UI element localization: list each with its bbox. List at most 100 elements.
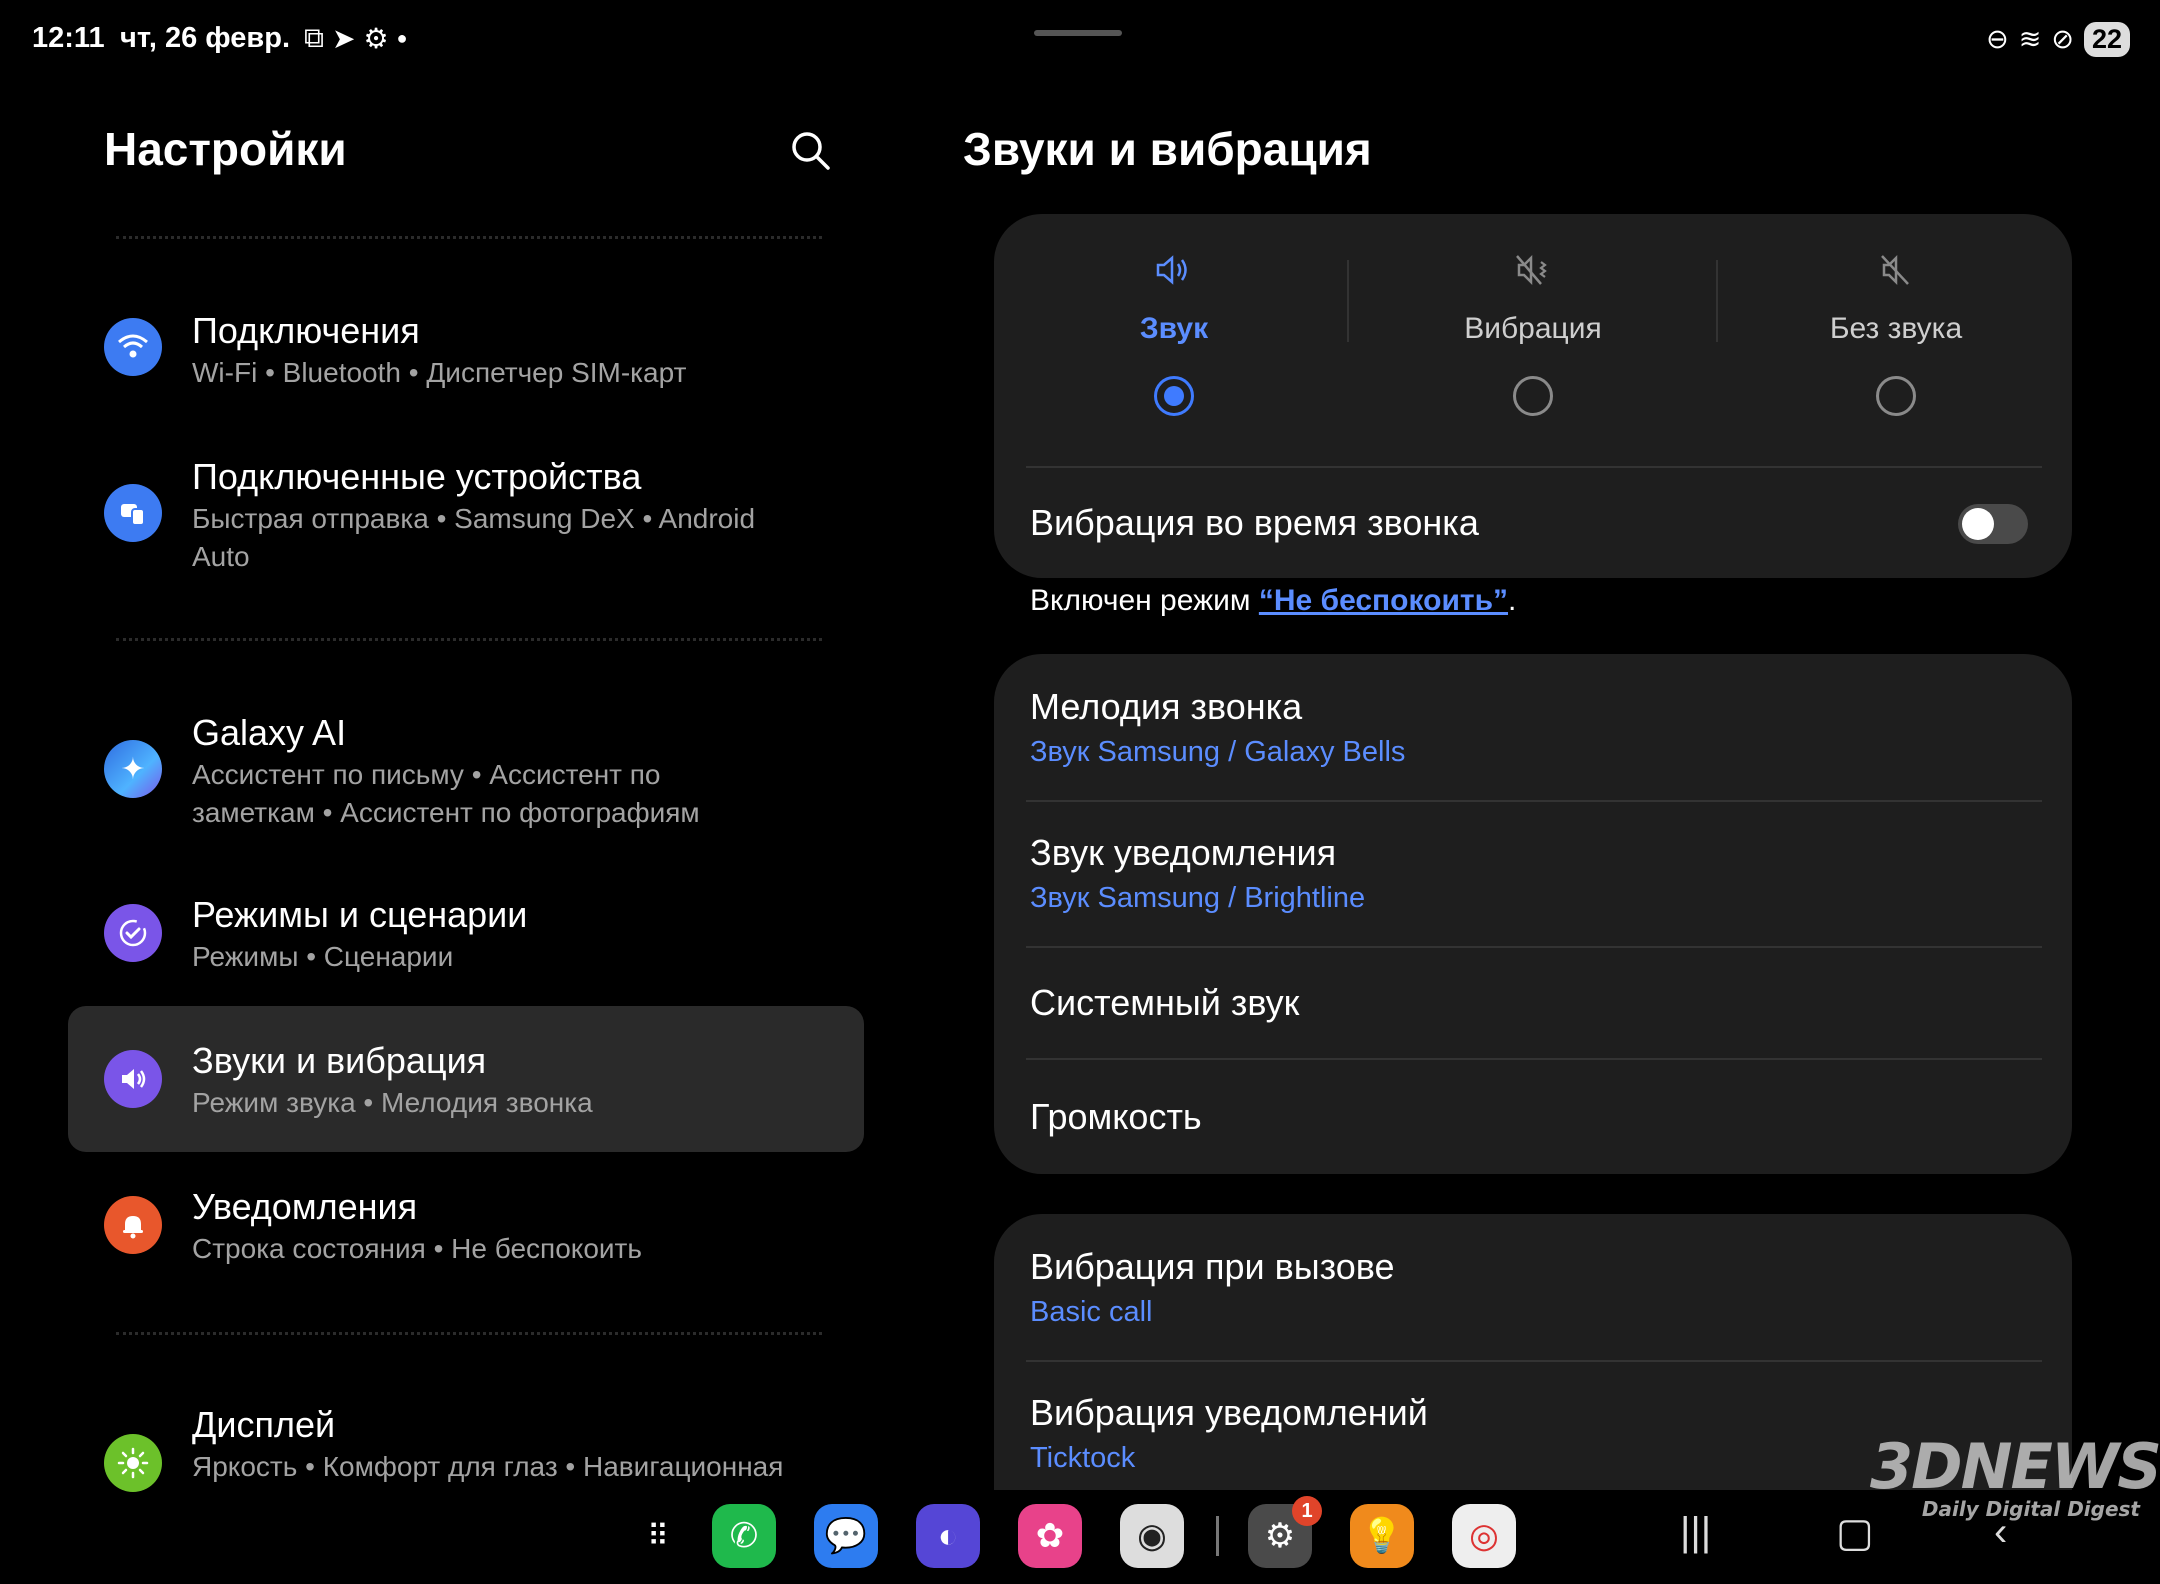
settings-item-galaxy-ai[interactable]: ✦ Galaxy AI Ассистент по письму • Ассист… [68, 678, 864, 848]
app-drawer-icon[interactable]: ⠿ [626, 1504, 690, 1568]
divider [1026, 1058, 2042, 1060]
divider [1026, 946, 2042, 948]
mode-vibrate-radio[interactable] [1513, 376, 1553, 416]
dock-separator [1216, 1516, 1219, 1556]
mode-label: Вибрация [1464, 312, 1602, 345]
settings-title: Настройки [104, 123, 347, 175]
settings-item-subtitle: Режимы • Сценарии [192, 941, 454, 972]
vibrate-during-call-label: Вибрация во время звонка [1030, 502, 1479, 543]
settings-item-modes[interactable]: Режимы и сценарии Режимы • Сценарии [68, 860, 864, 1006]
wifi-icon [104, 318, 162, 376]
status-system-icons: ⊖ ≋ ⊘ 22 [1986, 22, 2130, 57]
status-bar: 12:11 чт, 26 февр. ⧉ ➤ ⚙ ● ⊖ ≋ ⊘ 22 [0, 0, 2160, 80]
ringtone-row[interactable]: Мелодия звонка Звук Samsung / Galaxy Bel… [1030, 686, 2036, 769]
galaxy-ai-icon: ✦ [104, 740, 162, 798]
notification-sound-row[interactable]: Звук уведомления Звук Samsung / Brightli… [1030, 832, 2036, 915]
devices-icon [104, 484, 162, 542]
modes-icon [104, 904, 162, 962]
row-title: Вибрация уведомлений [1030, 1392, 1428, 1433]
mode-label: Звук [1139, 312, 1209, 345]
mode-sound-radio[interactable] [1154, 376, 1194, 416]
gallery-app-icon[interactable]: ✿ [1018, 1504, 1082, 1568]
row-title: Системный звук [1030, 982, 1300, 1023]
settings-item-subtitle: Режим звука • Мелодия звонка [192, 1087, 593, 1118]
vibrate-during-call-toggle[interactable] [1958, 504, 2028, 544]
dnd-icon: ⊖ [1986, 24, 2009, 54]
separator [116, 1332, 822, 1335]
search-button[interactable] [788, 128, 834, 174]
divider [1347, 260, 1349, 342]
settings-item-sounds-vibration[interactable]: Звуки и вибрация Режим звука • Мелодия з… [68, 1006, 864, 1152]
chrome-app-icon[interactable]: ◎ [1452, 1504, 1516, 1568]
mute-icon [1716, 250, 2076, 299]
settings-item-subtitle: Строка состояния • Не беспокоить [192, 1233, 642, 1264]
sun-icon [104, 1434, 162, 1492]
watermark-title: 3DNEWS [1870, 1430, 2160, 1503]
settings-item-title: Подключения [192, 310, 420, 351]
no-sim-icon: ⊘ [2051, 24, 2074, 54]
divider [1026, 800, 2042, 802]
telegram-icon: ➤ [332, 23, 356, 54]
page-title: Звуки и вибрация [963, 123, 1372, 175]
row-subtitle: Звук Samsung / Galaxy Bells [1030, 736, 1406, 768]
row-title: Вибрация при вызове [1030, 1246, 1395, 1287]
camera-app-icon[interactable]: ◉ [1120, 1504, 1184, 1568]
dnd-note: Включен режим “Не беспокоить”. [1030, 584, 1516, 618]
settings-item-notifications[interactable]: Уведомления Строка состояния • Не беспок… [68, 1152, 864, 1298]
bell-icon [104, 1196, 162, 1254]
notification-badge: 1 [1292, 1496, 1322, 1526]
settings-item-display[interactable]: Дисплей Яркость • Комфорт для глаз • Нав… [68, 1372, 864, 1492]
divider [1026, 466, 2042, 468]
gear-icon: ⚙ [363, 23, 389, 54]
speaker-icon [994, 250, 1354, 299]
dnd-prefix: Включен режим [1030, 584, 1259, 617]
recent-apps-button[interactable]: ||| [1680, 1510, 1711, 1555]
settings-item-title: Подключенные устройства [192, 456, 642, 497]
settings-item-title: Режимы и сценарии [192, 894, 528, 935]
battery-indicator: 22 [2083, 22, 2130, 57]
volume-row[interactable]: Громкость [1030, 1096, 2036, 1138]
separator [116, 638, 822, 641]
more-dot-icon: ● [396, 28, 408, 48]
row-title: Громкость [1030, 1096, 1202, 1137]
back-button[interactable]: ‹ [1994, 1510, 2007, 1555]
mode-mute-radio[interactable] [1876, 376, 1916, 416]
search-icon [792, 132, 830, 170]
settings-app-icon[interactable]: ⚙ 1 [1248, 1496, 1322, 1568]
toggle-knob [1962, 508, 1994, 540]
status-date: чт, 26 февр. [120, 22, 291, 54]
dnd-suffix: . [1508, 584, 1517, 617]
sound-settings-card: Мелодия звонка Звук Samsung / Galaxy Bel… [994, 654, 2072, 1174]
settings-item-title: Galaxy AI [192, 712, 347, 753]
mode-label: Без звука [1829, 312, 1963, 345]
sound-mode-card: Звук Вибрация Без звука Вибрация во врем… [994, 214, 2072, 578]
settings-item-connections[interactable]: Подключения Wi-Fi • Bluetooth • Диспетче… [68, 276, 864, 422]
status-time: 12:11 [32, 22, 105, 54]
phone-app-icon[interactable]: ✆ [712, 1504, 776, 1568]
divider [1026, 1360, 2042, 1362]
settings-item-connected-devices[interactable]: Подключенные устройства Быстрая отправка… [68, 422, 864, 582]
settings-item-title: Дисплей [192, 1404, 336, 1445]
taskbar: ⠿ ✆ 💬 ◐ ✿ ◉ ⚙ 1 💡 ◎ ||| ▢ ‹ [0, 1496, 2160, 1574]
separator [116, 236, 822, 239]
vibrate-during-call-row[interactable]: Вибрация во время звонка [1030, 502, 2036, 544]
messages-app-icon[interactable]: 💬 [814, 1504, 878, 1568]
screenshot-icon: ⧉ [304, 22, 324, 53]
row-subtitle: Звук Samsung / Brightline [1030, 882, 1366, 914]
drag-handle[interactable] [1034, 30, 1122, 36]
internet-app-icon[interactable]: ◐ [916, 1504, 980, 1568]
system-sound-row[interactable]: Системный звук [1030, 982, 2036, 1024]
home-button[interactable]: ▢ [1836, 1510, 1874, 1556]
wifi-signal-icon: ≋ [2018, 24, 2042, 54]
row-title: Звук уведомления [1030, 832, 1337, 873]
dnd-link[interactable]: “Не беспокоить” [1259, 584, 1508, 617]
settings-item-subtitle: Ассистент по письму • Ассистент по замет… [192, 759, 700, 828]
row-title: Мелодия звонка [1030, 686, 1303, 727]
settings-item-title: Звуки и вибрация [192, 1040, 487, 1081]
call-vibration-row[interactable]: Вибрация при вызове Basic call [1030, 1246, 2036, 1329]
vibrate-icon [1353, 250, 1713, 299]
sound-icon [104, 1050, 162, 1108]
tips-app-icon[interactable]: 💡 [1350, 1504, 1414, 1568]
settings-item-title: Уведомления [192, 1186, 418, 1227]
row-subtitle: Basic call [1030, 1296, 1153, 1328]
